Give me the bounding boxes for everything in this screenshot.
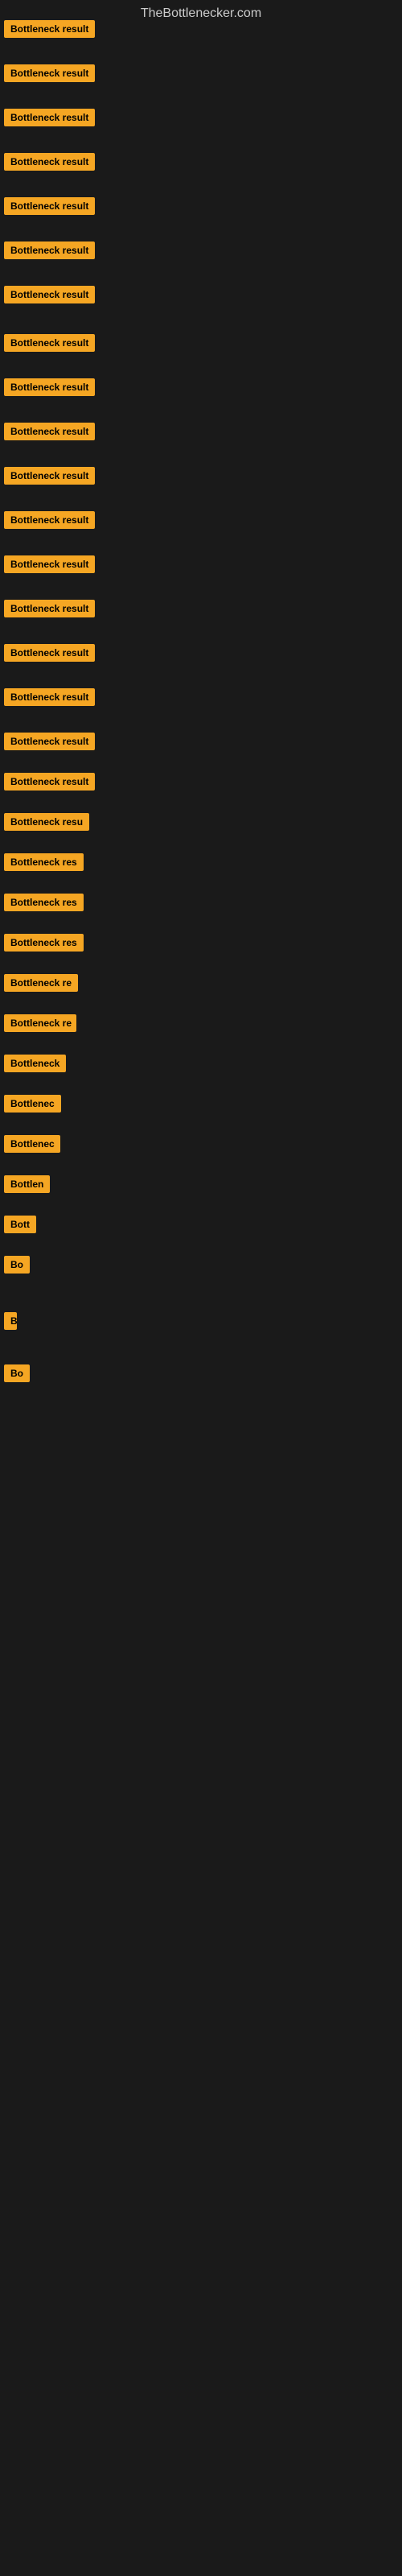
bottleneck-result-item-18[interactable]: Bottleneck result [4, 773, 95, 791]
bottleneck-result-item-11[interactable]: Bottleneck result [4, 467, 95, 485]
bottleneck-result-item-12[interactable]: Bottleneck result [4, 511, 95, 529]
bottleneck-result-item-14[interactable]: Bottleneck result [4, 600, 95, 617]
bottleneck-result-item-7[interactable]: Bottleneck result [4, 286, 95, 303]
bottleneck-result-item-23[interactable]: Bottleneck re [4, 974, 78, 992]
bottleneck-result-item-6[interactable]: Bottleneck result [4, 242, 95, 259]
bottleneck-result-item-24[interactable]: Bottleneck re [4, 1014, 76, 1032]
bottleneck-result-item-13[interactable]: Bottleneck result [4, 555, 95, 573]
bottleneck-result-item-17[interactable]: Bottleneck result [4, 733, 95, 750]
bottleneck-result-item-9[interactable]: Bottleneck result [4, 378, 95, 396]
bottleneck-result-item-28[interactable]: Bottlen [4, 1175, 50, 1193]
bottleneck-result-item-3[interactable]: Bottleneck result [4, 109, 95, 126]
bottleneck-result-item-15[interactable]: Bottleneck result [4, 644, 95, 662]
bottleneck-result-item-10[interactable]: Bottleneck result [4, 423, 95, 440]
bottleneck-result-item-5[interactable]: Bottleneck result [4, 197, 95, 215]
bottleneck-result-item-30[interactable]: Bo [4, 1256, 30, 1274]
bottleneck-result-item-21[interactable]: Bottleneck res [4, 894, 84, 911]
bottleneck-result-item-1[interactable]: Bottleneck result [4, 20, 95, 38]
bottleneck-result-item-4[interactable]: Bottleneck result [4, 153, 95, 171]
bottleneck-result-item-8[interactable]: Bottleneck result [4, 334, 95, 352]
bottleneck-result-item-29[interactable]: Bott [4, 1216, 36, 1233]
bottleneck-result-item-25[interactable]: Bottleneck [4, 1055, 66, 1072]
bottleneck-result-item-26[interactable]: Bottlenec [4, 1095, 61, 1113]
bottleneck-result-item-27[interactable]: Bottlenec [4, 1135, 60, 1153]
bottleneck-result-item-22[interactable]: Bottleneck res [4, 934, 84, 952]
bottleneck-result-item-31[interactable]: B [4, 1312, 17, 1330]
bottleneck-result-item-2[interactable]: Bottleneck result [4, 64, 95, 82]
bottleneck-result-item-16[interactable]: Bottleneck result [4, 688, 95, 706]
bottleneck-result-item-32[interactable]: Bo [4, 1364, 30, 1382]
bottleneck-result-item-19[interactable]: Bottleneck resu [4, 813, 89, 831]
bottleneck-result-item-20[interactable]: Bottleneck res [4, 853, 84, 871]
